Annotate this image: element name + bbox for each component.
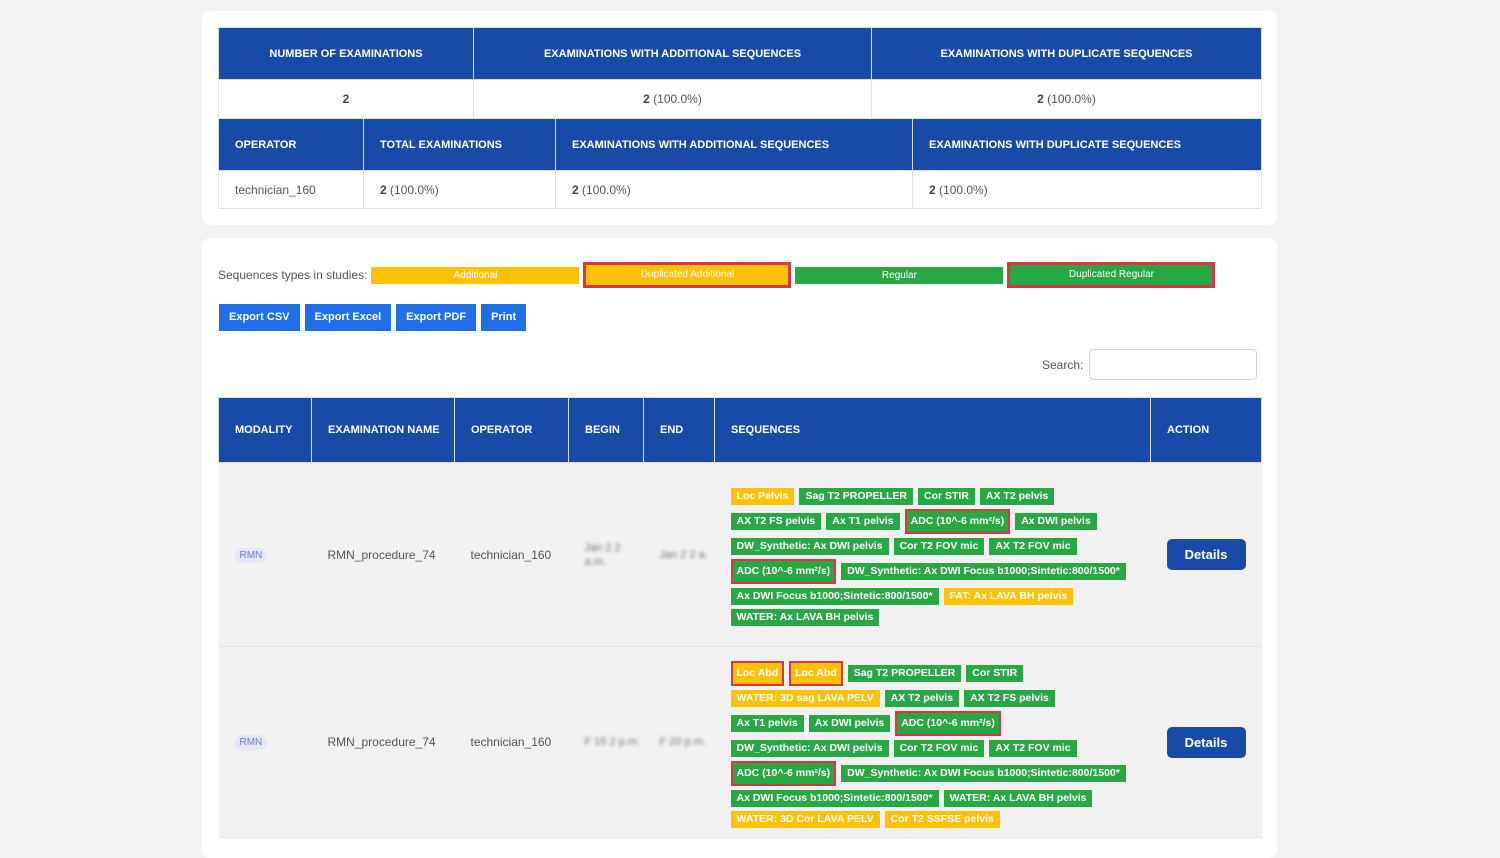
sequence-tag: Ax DWI pelvis: [808, 714, 891, 732]
table-row: RMN RMN_procedure_74 technician_160 Jan …: [218, 462, 1262, 647]
sequence-tag: AX T2 pelvis: [884, 689, 960, 707]
sequence-tag: WATER: 3D Cor LAVA PELV: [730, 810, 880, 828]
duplicate-header: EXAMINATIONS WITH DUPLICATE SEQUENCES: [912, 118, 1262, 171]
legend-label: Sequences types in studies:: [218, 268, 368, 282]
sequence-tag: DW_Synthetic: Ax DWI pelvis: [730, 739, 889, 757]
exam-name: RMN_procedure_74: [311, 646, 455, 838]
sequence-tag: Cor STIR: [917, 487, 975, 505]
summary-table: NUMBER OF EXAMINATIONS EXAMINATIONS WITH…: [218, 27, 1262, 119]
sequence-tag: ADC (10^-6 mm²/s): [904, 508, 1011, 534]
exam-end: F 20 p.m.: [659, 736, 706, 748]
sequence-tag: ADC (10^-6 mm²/s): [895, 710, 1001, 736]
sequence-tags: Loc Pelvis Sag T2 PROPELLER Cor STIR AX T2 …: [730, 487, 1131, 626]
export-buttons: Export CSV Export Excel Export PDF Print: [219, 304, 527, 331]
sequence-tag: Sag T2 PROPELLER: [799, 487, 913, 505]
summary-header-number: NUMBER OF EXAMINATIONS: [218, 27, 474, 80]
sequence-tag: FAT: Ax LAVA BH pelvis: [943, 587, 1074, 605]
sequence-tag: DW_Synthetic: Ax DWI Focus b1000;Sinteti…: [841, 764, 1126, 782]
legend-duplicated-regular: Duplicated Regular: [1007, 262, 1216, 288]
summary-header-additional: EXAMINATIONS WITH ADDITIONAL SEQUENCES: [473, 27, 872, 80]
sequence-tag: Loc Abd: [789, 660, 843, 686]
print-button[interactable]: Print: [481, 304, 527, 331]
header-sequences[interactable]: SEQUENCES: [714, 397, 1151, 463]
operator-total: 2 (100.0%): [363, 170, 556, 209]
sequence-tag: ADC (10^-6 mm²/s): [730, 558, 837, 584]
sequence-tag: Cor STIR: [966, 664, 1024, 682]
modality-badge: RMN: [234, 547, 268, 563]
additional-header: EXAMINATIONS WITH ADDITIONAL SEQUENCES: [555, 118, 913, 171]
summary-additional: 2 (100.0%): [473, 79, 872, 119]
sequence-tag: WATER: Ax LAVA BH pelvis: [943, 789, 1093, 807]
header-begin[interactable]: BEGIN: [568, 397, 644, 463]
sequence-tag: Loc Abd: [730, 660, 785, 686]
sequence-tag: AX T2 FOV mic: [989, 739, 1077, 757]
sequence-tags: Loc Abd Loc Abd Sag T2 PROPELLER Cor STIR WA…: [730, 660, 1131, 828]
summary-card: NUMBER OF EXAMINATIONS EXAMINATIONS WITH…: [202, 11, 1277, 225]
header-modality[interactable]: MODALITY: [218, 397, 312, 463]
exam-operator: technician_160: [454, 462, 569, 647]
sequence-tag: AX T2 FS pelvis: [964, 689, 1055, 707]
examinations-table: MODALITY EXAMINATION NAME OPERATOR BEGIN…: [218, 397, 1262, 838]
exam-begin: F 15 2 p.m.: [584, 736, 641, 748]
header-action[interactable]: ACTION: [1150, 397, 1262, 463]
header-operator[interactable]: OPERATOR: [454, 397, 569, 463]
examinations-card: Sequences types in studies: Additional D…: [202, 238, 1277, 858]
exam-name: RMN_procedure_74: [311, 462, 455, 647]
search-input[interactable]: [1089, 349, 1258, 380]
sequence-tag: Loc Pelvis: [730, 487, 795, 505]
sequence-tag: DW_Synthetic: Ax DWI Focus b1000;Sinteti…: [841, 562, 1126, 580]
sequence-tag: Cor T2 FOV mic: [893, 739, 985, 757]
header-end[interactable]: END: [643, 397, 715, 463]
modality-badge: RMN: [234, 735, 268, 750]
sequence-tag: Ax DWI pelvis: [1015, 512, 1097, 530]
sequence-tag: WATER: Ax LAVA BH pelvis: [730, 608, 880, 626]
summary-count: 2: [218, 79, 474, 119]
exam-operator: technician_160: [454, 646, 569, 838]
summary-header-duplicate: EXAMINATIONS WITH DUPLICATE SEQUENCES: [871, 27, 1262, 80]
exam-end: Jan 2 2 a.: [659, 548, 708, 561]
sequence-tag: AX T2 pelvis: [979, 487, 1055, 505]
sequence-tag: Ax T1 pelvis: [826, 512, 900, 530]
export-pdf-button[interactable]: Export PDF: [396, 304, 477, 331]
sequence-tag: Ax T1 pelvis: [730, 714, 804, 732]
search-box: Search:: [1042, 349, 1258, 380]
export-csv-button[interactable]: Export CSV: [219, 304, 300, 331]
sequence-tag: WATER: 3D sag LAVA PELV: [730, 689, 880, 707]
total-exams-header: TOTAL EXAMINATIONS: [363, 118, 556, 171]
sequence-tag: Cor T2 SSFSE pelvis: [884, 810, 1000, 828]
header-examination-name[interactable]: EXAMINATION NAME: [311, 397, 455, 463]
sequence-tag: DW_Synthetic: Ax DWI pelvis: [730, 537, 889, 555]
sequence-tag: AX T2 FS pelvis: [730, 512, 822, 530]
legend-regular: Regular: [795, 266, 1004, 284]
sequence-tag: Ax DWI Focus b1000;Sintetic:800/1500*: [730, 789, 939, 807]
legend-additional: Additional: [371, 266, 580, 284]
export-excel-button[interactable]: Export Excel: [304, 304, 392, 331]
table-row: RMN RMN_procedure_74 technician_160 F 15…: [218, 646, 1262, 838]
details-button[interactable]: Details: [1166, 539, 1246, 570]
sequence-tag: Cor T2 FOV mic: [893, 537, 985, 555]
details-button[interactable]: Details: [1166, 726, 1246, 758]
operator-name: technician_160: [218, 170, 364, 209]
operator-duplicate: 2 (100.0%): [912, 170, 1262, 209]
summary-duplicate: 2 (100.0%): [871, 79, 1262, 119]
search-label: Search:: [1042, 357, 1084, 372]
legend-duplicated-additional: Duplicated Additional: [583, 262, 792, 288]
sequence-legend: Sequences types in studies: Additional D…: [218, 262, 1219, 288]
sequence-tag: Ax DWI Focus b1000;Sintetic:800/1500*: [730, 587, 939, 605]
sequence-tag: AX T2 FOV mic: [989, 537, 1077, 555]
operator-additional: 2 (100.0%): [555, 170, 913, 209]
operator-header: OPERATOR: [218, 118, 364, 171]
exam-begin: Jan 2 2 a.m.: [584, 541, 621, 568]
sequence-tag: Sag T2 PROPELLER: [847, 664, 962, 682]
operator-table: OPERATOR TOTAL EXAMINATIONS EXAMINATIONS…: [218, 118, 1262, 209]
sequence-tag: ADC (10^-6 mm²/s): [730, 760, 837, 786]
